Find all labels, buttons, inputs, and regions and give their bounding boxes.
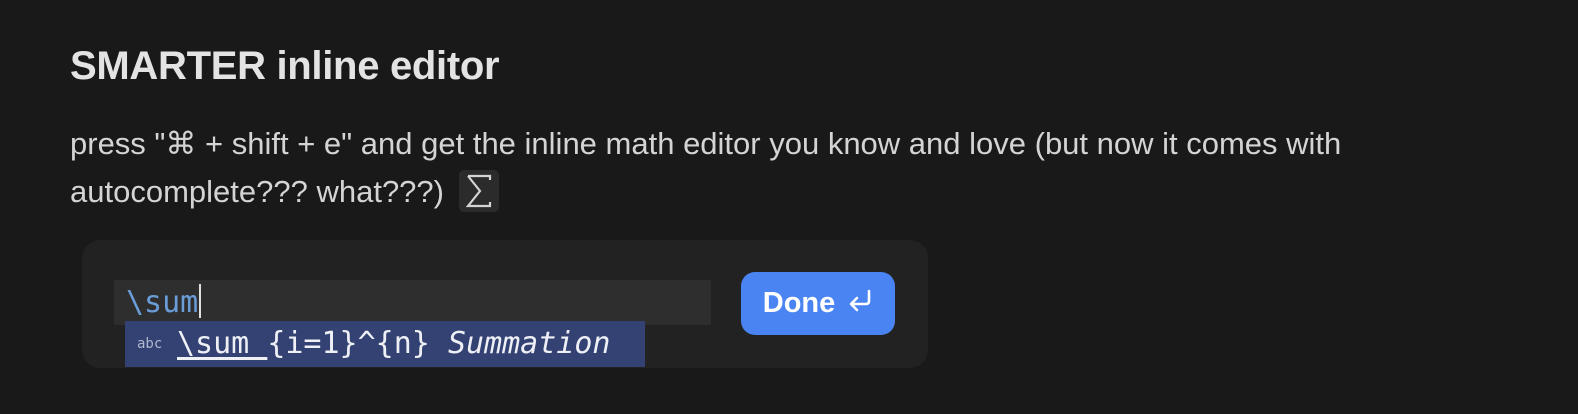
- text-caret: [199, 284, 202, 318]
- suggestion-kind-label: abc: [137, 336, 163, 352]
- autocomplete-suggestion[interactable]: abc \sum_{i=1}^{n} Summation: [125, 321, 645, 367]
- suggestion-match-text: \sum_: [177, 326, 268, 361]
- enter-return-icon: [847, 287, 873, 320]
- feature-description: press "⌘ + shift + e" and get the inline…: [70, 120, 1510, 216]
- math-input-value: \sum: [126, 285, 199, 320]
- inline-math-editor: \sum abc \sum_{i=1}^{n} Summation Done: [82, 240, 928, 368]
- math-input-field[interactable]: \sum: [114, 280, 711, 325]
- suggestion-description: Summation: [447, 326, 611, 361]
- suggestion-completion-text: {i=1}^{n}: [267, 326, 430, 361]
- sigma-icon[interactable]: [458, 170, 499, 212]
- done-button[interactable]: Done: [741, 272, 895, 335]
- description-text: press "⌘ + shift + e" and get the inline…: [70, 126, 1342, 209]
- page-heading: SMARTER inline editor: [70, 44, 500, 88]
- done-button-label: Done: [762, 287, 836, 319]
